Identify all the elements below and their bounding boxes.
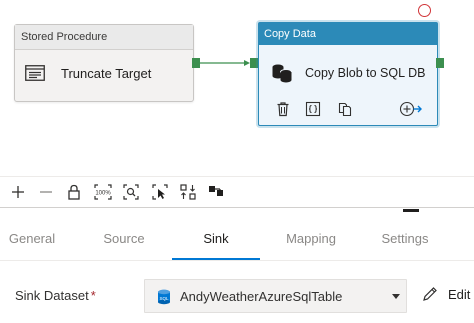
sink-dataset-dropdown[interactable]: SQL AndyWeatherAzureSqlTable [144,279,407,313]
chevron-down-icon [392,294,400,299]
sink-dataset-label-text: Sink Dataset [15,288,89,303]
lock-icon[interactable] [66,184,82,200]
tab-general[interactable]: General [0,218,64,260]
stored-procedure-icon [25,65,45,81]
zoom-out-icon[interactable] [38,184,54,200]
tab-mapping[interactable]: Mapping [276,218,346,260]
required-marker: * [90,288,96,303]
database-icon [272,64,292,83]
pipeline-editor: Stored Procedure Truncate Target Copy Da… [0,0,474,323]
zoom-in-icon[interactable] [10,184,26,200]
panel-resize-handle[interactable] [403,209,419,212]
layout-icon[interactable] [208,184,224,200]
properties-tabs: General Source Sink Mapping Settings [0,218,474,261]
tab-sink[interactable]: Sink [172,218,260,260]
success-output-port[interactable] [192,58,200,68]
add-output-icon[interactable] [399,101,423,117]
stored-procedure-activity[interactable]: Stored Procedure Truncate Target [14,24,194,102]
clone-icon[interactable] [337,101,353,117]
zoom-fit-icon[interactable] [123,184,139,200]
svg-text:100%: 100% [95,191,111,197]
activity-type-label: Copy Data [259,23,437,45]
code-icon[interactable] [305,101,321,117]
select-icon[interactable] [152,184,168,200]
tab-source[interactable]: Source [96,218,152,260]
pencil-icon [423,287,437,301]
pipeline-canvas[interactable]: Stored Procedure Truncate Target Copy Da… [0,0,474,176]
sink-dataset-label: Sink Dataset * [15,288,96,303]
copy-data-activity[interactable]: Copy Data Copy Blob to SQL DB [258,22,438,126]
sql-icon: SQL [158,289,170,305]
activity-type-label: Stored Procedure [15,25,193,50]
output-port[interactable] [436,58,444,68]
auto-align-icon[interactable] [180,184,196,200]
zoom-100-icon[interactable]: 100% [94,184,112,200]
canvas-toolbar: 100% [0,176,474,208]
edit-label: Edit [448,287,471,302]
input-port[interactable] [250,58,258,68]
delete-icon[interactable] [275,101,291,117]
svg-text:SQL: SQL [159,296,169,301]
tab-settings[interactable]: Settings [374,218,436,260]
activity-name: Copy Blob to SQL DB [305,66,426,80]
sink-dataset-value: AndyWeatherAzureSqlTable [180,289,343,304]
error-indicator-icon [418,4,431,17]
activity-name: Truncate Target [61,66,152,81]
